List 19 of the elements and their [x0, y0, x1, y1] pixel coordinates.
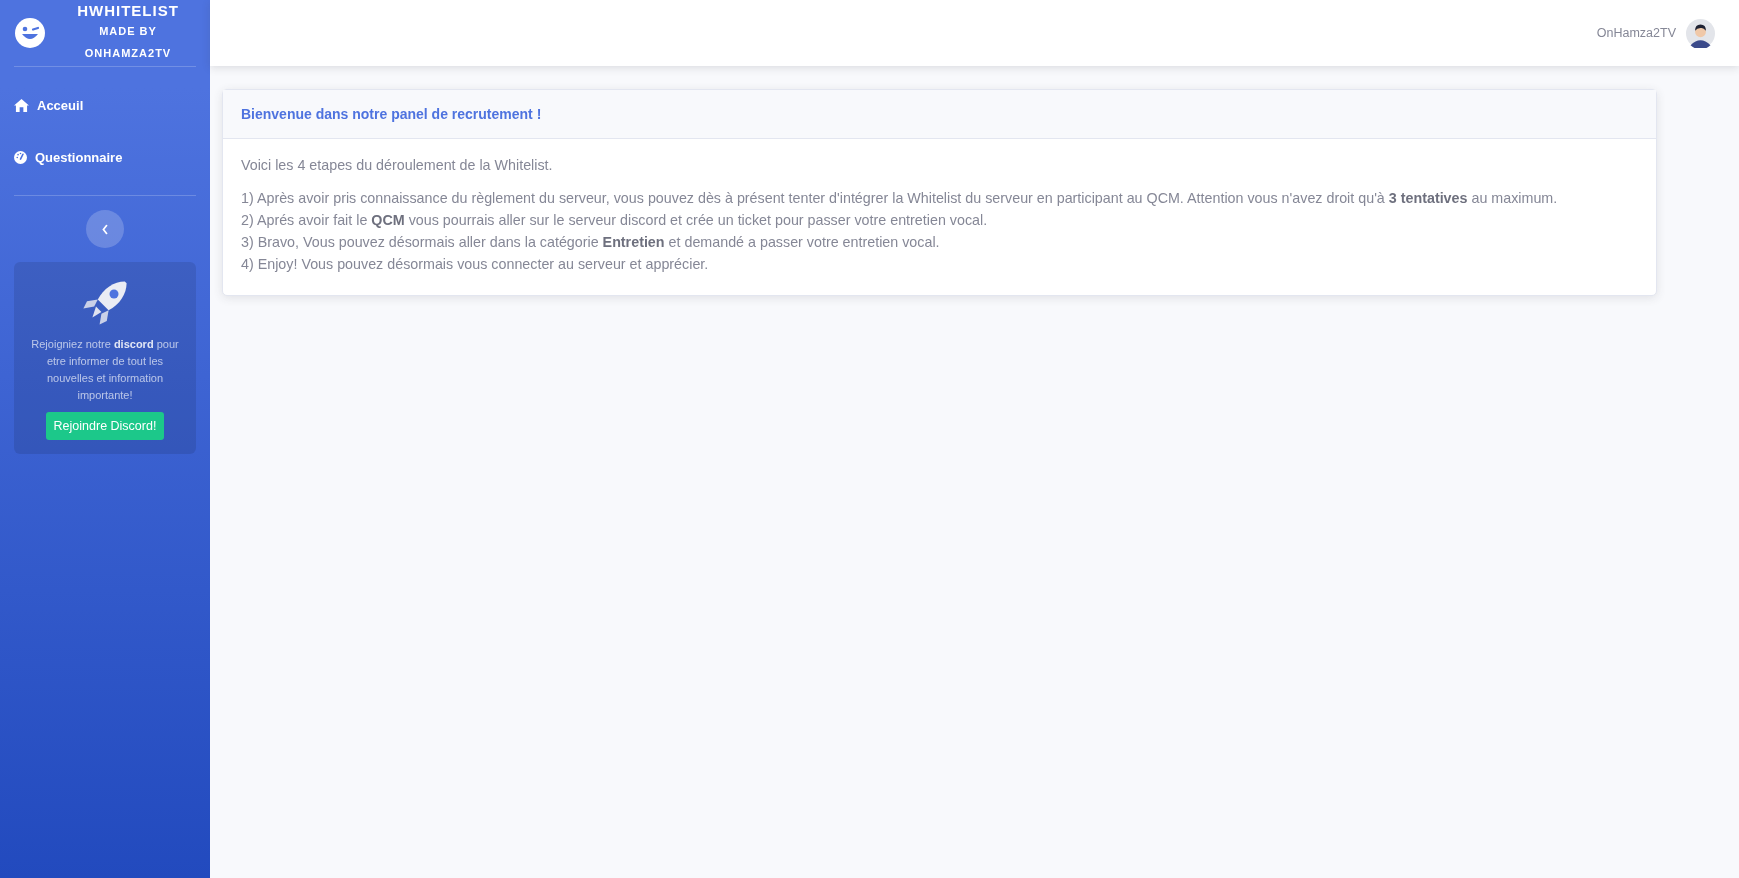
- step-text: 4) Enjoy! Vous pouvez désormais vous connecter au serveur et apprécier.: [241, 255, 710, 274]
- winking-face-icon: [14, 17, 46, 49]
- card-title: Bienvenue dans notre panel de recrutement !: [241, 106, 542, 122]
- nav-item[interactable]: Acceuil: [14, 79, 196, 131]
- step-text: 3) Bravo, Vous pouvez désormais aller dans la catégorie Entretien et demandé a passer votre entretien vocal.: [241, 233, 941, 252]
- step-text: 2) Aprés avoir fait le QCM vous pourrais aller sur le serveur discord et crée un ticket pour passer votre entretien vocal.: [241, 211, 989, 230]
- intro-text: Voici les 4 etapes du déroulement de la Whitelist.: [241, 157, 554, 173]
- gauge-icon: [14, 150, 27, 164]
- step-text: 1) Après avoir pris connaissance du règlement du serveur, vous pouvez dès à présent tenter d'intégrer la Whitelist du serveur en participant au QCM. Attention vous n'avez droit qu'à 3 tentatives au maximum.: [241, 189, 1559, 208]
- nav-item[interactable]: Questionnaire: [14, 131, 196, 183]
- promo-text: Rejoigniez notre discord pour etre informer de tout les nouvelles et information importante!: [30, 337, 180, 403]
- brand-author: ONHAMZA2TV: [84, 46, 172, 61]
- brand-subtitle: MADE BY: [99, 24, 157, 39]
- home-icon: [14, 98, 29, 112]
- sidebar-toggle-button[interactable]: [86, 210, 124, 248]
- user-name[interactable]: OnHamza2TV: [1596, 26, 1676, 40]
- brand-title: HWHITELIST: [77, 2, 179, 20]
- chevron-left-icon: [101, 223, 109, 235]
- avatar[interactable]: [1686, 18, 1715, 48]
